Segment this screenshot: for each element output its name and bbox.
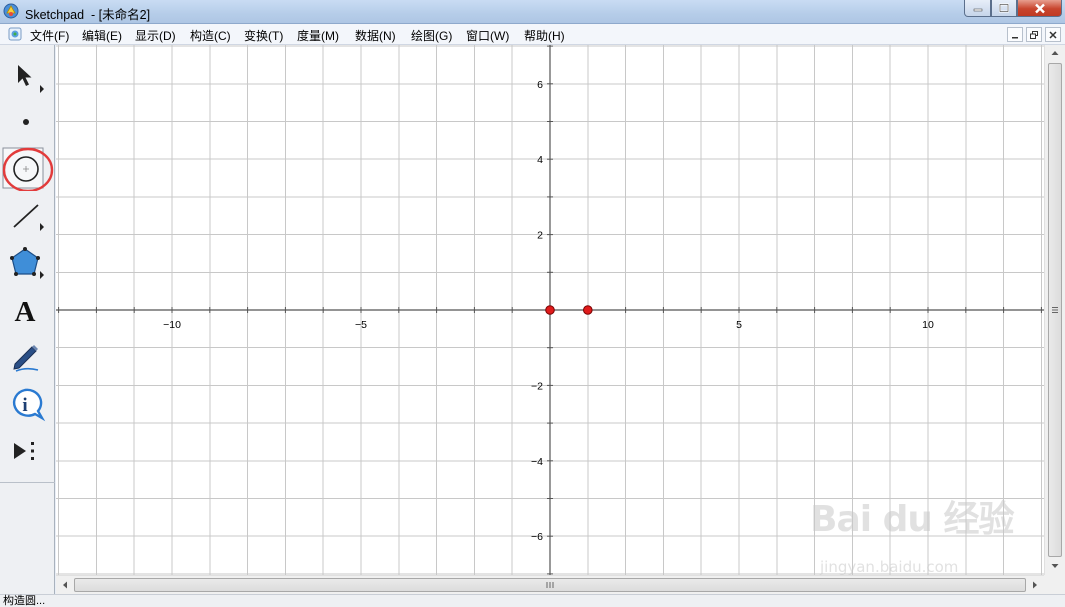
scroll-down-icon[interactable] [1049, 560, 1061, 572]
window-title: Sketchpad - [未命名2] [25, 8, 151, 22]
sketch-canvas[interactable]: −10 −5 5 10 6 4 2 −2 −4 −6 [56, 45, 1044, 575]
y-tick-label: −4 [531, 456, 543, 468]
scrollbar-corner [1044, 575, 1065, 594]
minimize-button[interactable] [964, 0, 991, 17]
straightedge-tool[interactable] [4, 195, 48, 235]
menu-file[interactable]: 文件(F) [30, 27, 69, 44]
title-bar: Sketchpad - [未命名2] [0, 0, 1065, 24]
menu-measure[interactable]: 度量(M) [297, 27, 339, 44]
vertical-scroll-thumb[interactable] [1048, 63, 1062, 557]
circle-compass-icon [2, 147, 54, 191]
scroll-up-icon[interactable] [1049, 47, 1061, 59]
line-segment-icon [13, 204, 44, 231]
x-tick-label: 10 [922, 319, 934, 331]
status-bar: 构造圆... [0, 594, 1065, 607]
menu-bar: 文件(F) 编辑(E) 显示(D) 构造(C) 变换(T) 度量(M) 数据(N… [0, 24, 1065, 45]
information-tool[interactable]: i [4, 384, 48, 424]
y-tick-label: 6 [537, 79, 543, 91]
close-icon [1034, 3, 1045, 13]
menu-edit[interactable]: 编辑(E) [82, 27, 122, 44]
x-tick-label: −10 [163, 319, 181, 331]
doc-minimize-button[interactable] [1007, 27, 1023, 42]
minimize-icon [1012, 36, 1018, 38]
grip-icon [1052, 307, 1058, 313]
menu-data[interactable]: 数据(N) [355, 27, 396, 44]
svg-text:i: i [22, 395, 27, 416]
sketchpad-logo-icon [3, 3, 19, 19]
close-button[interactable] [1017, 0, 1062, 17]
toolbox: A i [0, 45, 55, 594]
menu-transform[interactable]: 变换(T) [244, 27, 283, 44]
point-icon [23, 119, 29, 125]
doc-close-button[interactable] [1045, 27, 1061, 42]
horizontal-scrollbar[interactable] [56, 575, 1044, 594]
menu-display[interactable]: 显示(D) [135, 27, 176, 44]
status-text: 构造圆... [3, 595, 46, 607]
info-icon: i [12, 388, 46, 422]
arrow-select-icon [18, 65, 44, 93]
y-tick-label: −2 [531, 380, 543, 392]
text-tool[interactable]: A [4, 290, 48, 330]
custom-tool[interactable] [4, 431, 48, 471]
y-tick-label: 2 [537, 230, 543, 242]
menu-graph[interactable]: 绘图(G) [411, 27, 452, 44]
close-icon [1049, 30, 1057, 39]
document-icon[interactable] [8, 27, 22, 41]
point-unit-point[interactable] [583, 305, 593, 315]
menu-window[interactable]: 窗口(W) [466, 27, 509, 44]
scroll-right-icon[interactable] [1029, 579, 1041, 591]
minimize-icon [973, 8, 982, 12]
menu-construct[interactable]: 构造(C) [190, 27, 231, 44]
coordinate-grid[interactable]: −10 −5 5 10 6 4 2 −2 −4 −6 [56, 45, 1044, 575]
point-tool[interactable] [4, 102, 48, 142]
text-a-icon: A [15, 296, 36, 328]
y-tick-label: −6 [531, 531, 543, 543]
y-tick-label: 4 [537, 154, 543, 166]
point-origin[interactable] [545, 305, 555, 315]
x-tick-label: 5 [736, 319, 742, 331]
menu-help[interactable]: 帮助(H) [524, 27, 565, 44]
marker-tool[interactable] [4, 337, 48, 377]
polygon-tool[interactable] [4, 241, 48, 281]
svg-text:A: A [15, 296, 36, 328]
compass-tool[interactable] [2, 147, 54, 191]
arrow-tool[interactable] [4, 57, 48, 97]
polygon-icon [10, 247, 44, 279]
custom-tools-icon [14, 442, 34, 460]
scroll-left-icon[interactable] [59, 579, 71, 591]
grip-icon [546, 582, 554, 588]
doc-restore-button[interactable] [1026, 27, 1042, 42]
marker-pen-icon [13, 345, 39, 372]
restore-icon [1030, 30, 1038, 39]
maximize-icon [999, 3, 1009, 13]
toolbox-divider [0, 482, 55, 483]
maximize-button[interactable] [991, 0, 1017, 17]
horizontal-scroll-thumb[interactable] [74, 578, 1026, 592]
x-tick-label: −5 [355, 319, 367, 331]
vertical-scrollbar[interactable] [1044, 45, 1065, 575]
